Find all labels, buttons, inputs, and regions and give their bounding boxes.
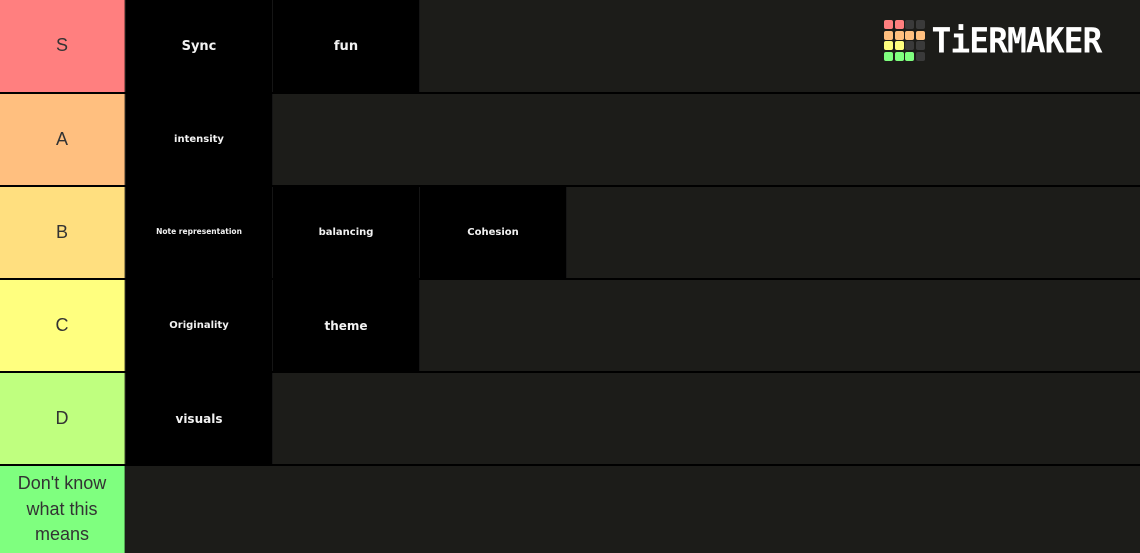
- tier-item[interactable]: theme: [273, 280, 420, 371]
- tier-label-s[interactable]: S: [0, 0, 125, 92]
- tier-label-d[interactable]: D: [0, 373, 125, 464]
- tier-label-a[interactable]: A: [0, 94, 125, 185]
- tier-item[interactable]: Originality: [126, 280, 273, 371]
- logo-grid-cell: [894, 51, 904, 61]
- logo-grid-cell: [905, 51, 914, 61]
- tier-item[interactable]: balancing: [273, 187, 420, 278]
- tier-label-c[interactable]: C: [0, 280, 125, 371]
- tier-row-dont-know: Don't know what this means: [0, 466, 1140, 553]
- logo-grid-icon: [884, 20, 925, 61]
- tier-label-b[interactable]: B: [0, 187, 125, 278]
- tier-item[interactable]: visuals: [126, 373, 273, 464]
- logo-grid-cell: [905, 30, 914, 40]
- tier-item[interactable]: fun: [273, 0, 420, 92]
- tier-item[interactable]: Note representation: [126, 187, 273, 278]
- tier-items-a[interactable]: intensity: [125, 94, 1140, 185]
- tier-item[interactable]: Cohesion: [420, 187, 567, 278]
- tier-row-c: C Originality theme: [0, 280, 1140, 371]
- tier-row-d: D visuals: [0, 373, 1140, 464]
- logo-grid-cell: [905, 20, 914, 29]
- tier-item[interactable]: Sync: [126, 0, 273, 92]
- tier-row-b: B Note representation balancing Cohesion: [0, 187, 1140, 278]
- logo-grid-cell: [894, 41, 904, 50]
- logo-grid-cell: [894, 20, 904, 29]
- tier-label-dont-know[interactable]: Don't know what this means: [0, 466, 125, 553]
- tier-items-b[interactable]: Note representation balancing Cohesion: [125, 187, 1140, 278]
- tier-row-a: A intensity: [0, 94, 1140, 185]
- tier-item[interactable]: intensity: [126, 94, 273, 185]
- tier-list: S Sync fun A intensity B Note representa…: [0, 0, 1140, 553]
- tier-item-text: Note representation: [156, 227, 242, 237]
- logo-grid-cell: [915, 41, 925, 50]
- logo-grid-cell: [884, 20, 893, 29]
- logo-grid-cell: [884, 41, 893, 50]
- tier-items-d[interactable]: visuals: [125, 373, 1140, 464]
- tier-label-text: Don't know what this means: [17, 473, 107, 545]
- tier-items-dont-know[interactable]: [125, 466, 1140, 553]
- logo-grid-cell: [905, 41, 914, 50]
- logo-grid-cell: [915, 30, 925, 40]
- logo-text: TiERMAKER: [931, 19, 1103, 61]
- logo-grid-cell: [915, 51, 925, 61]
- tiermaker-logo: TiERMAKER: [884, 19, 1103, 61]
- logo-grid-cell: [884, 51, 893, 61]
- logo-grid-cell: [915, 20, 925, 29]
- tier-items-c[interactable]: Originality theme: [125, 280, 1140, 371]
- logo-grid-cell: [894, 30, 904, 40]
- logo-grid-cell: [884, 30, 893, 40]
